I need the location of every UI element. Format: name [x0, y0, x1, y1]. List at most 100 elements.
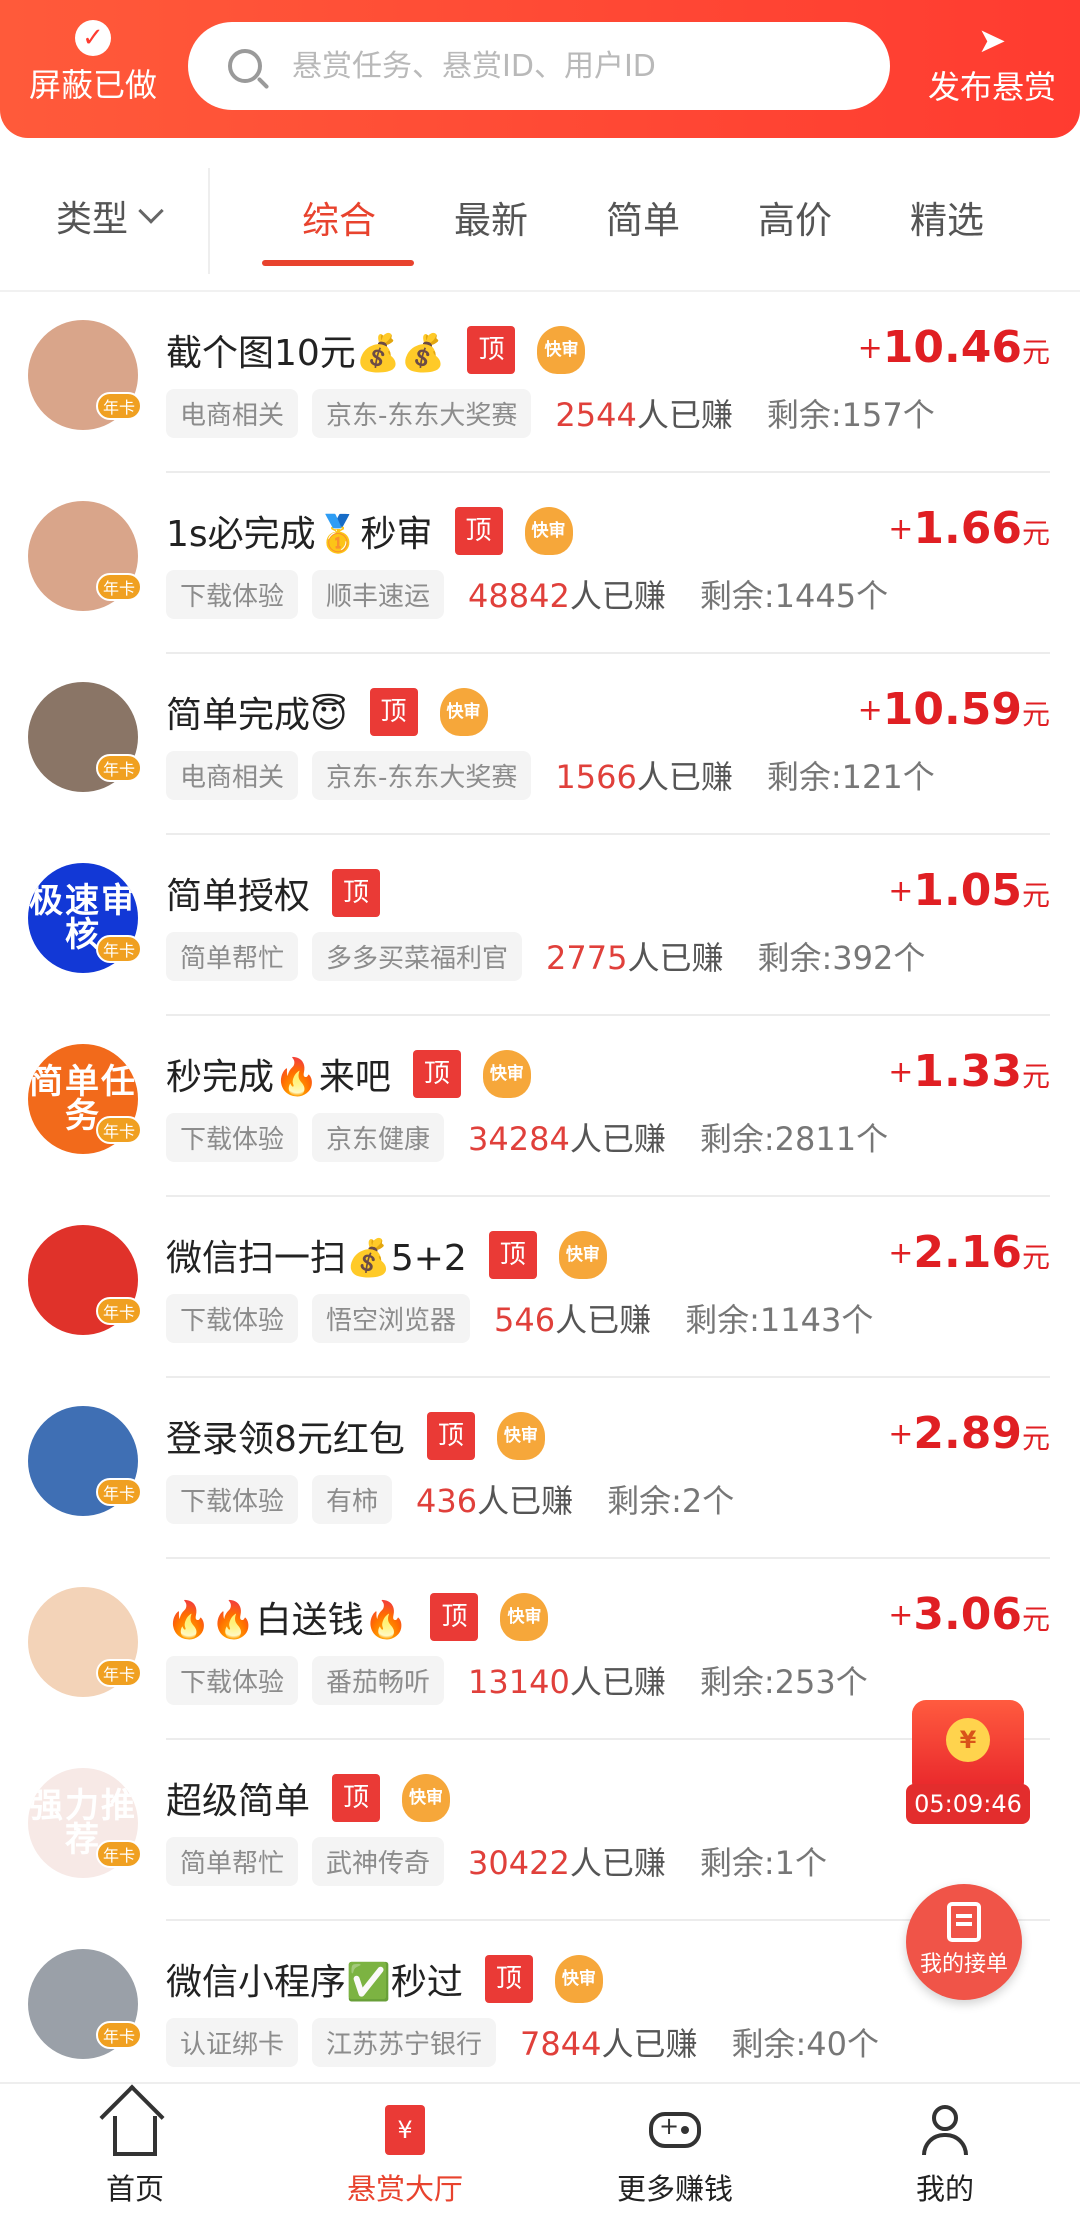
remaining-count: 剩余:40个 [731, 2025, 880, 2063]
task-tag: 有柿 [312, 1474, 393, 1524]
top-badge: 顶 [426, 1412, 475, 1460]
task-row[interactable]: 极速审核 年卡 简单授权顶 +1.05元 简单帮忙 多多买菜福利官 2775人已赚 剩余:39… [0, 835, 1080, 1016]
publish-reward-button[interactable]: ➤ 发布悬赏 [912, 22, 1072, 112]
fast-review-badge: 快审 [537, 326, 586, 374]
fast-review-badge: 快审 [558, 1231, 607, 1279]
remaining-count: 剩余:253个 [699, 1663, 868, 1701]
task-tag: 简单帮忙 [166, 1836, 299, 1886]
task-title-row: 🔥🔥白送钱🔥 顶快审 [166, 1589, 549, 1645]
type-filter-dropdown[interactable]: 类型 [56, 190, 164, 242]
nav-home-label: 首页 [105, 2172, 164, 2206]
fast-review-badge: 快审 [439, 688, 488, 736]
nav-reward-hall-label: 悬赏大厅 [346, 2172, 463, 2206]
remaining-count: 剩余:392个 [757, 939, 926, 977]
search-bar[interactable] [188, 22, 890, 110]
task-meta: 下载体验 顺丰速运 48842人已赚 剩余:1445个 [166, 569, 888, 619]
task-meta: 电商相关 京东-东东大奖赛 2544人已赚 剩余:157个 [166, 388, 935, 438]
nav-more-earn[interactable]: 更多赚钱 [575, 2102, 775, 2208]
nav-mine[interactable]: 我的 [845, 2102, 1045, 2208]
remaining-count: 剩余:121个 [766, 758, 935, 796]
tab-comprehensive[interactable]: 综合 [302, 190, 376, 244]
task-title-row: 微信小程序✅秒过顶快审 [166, 1951, 603, 2007]
search-input[interactable] [292, 48, 852, 84]
type-filter-label: 类型 [56, 199, 129, 240]
fast-review-badge: 快审 [482, 1050, 531, 1098]
remaining-count: 剩余:157个 [766, 396, 935, 434]
task-title-row: 秒完成🔥来吧顶快审 [166, 1046, 531, 1102]
coin-icon: ¥ [946, 1718, 990, 1762]
task-title: 截个图10元💰💰 [166, 333, 446, 374]
publish-reward-label: 发布悬赏 [927, 68, 1056, 106]
top-badge: 顶 [430, 1593, 479, 1641]
tab-simple[interactable]: 简单 [606, 190, 680, 244]
red-envelope-icon: ¥ [912, 1700, 1024, 1792]
hide-done-label: 屏蔽已做 [28, 66, 157, 104]
task-tag: 认证绑卡 [166, 2017, 299, 2067]
my-orders-button[interactable]: 我的接单 [906, 1884, 1022, 2000]
task-tag: 多多买菜福利官 [312, 931, 523, 981]
top-badge: 顶 [369, 688, 418, 736]
top-badge: 顶 [467, 326, 516, 374]
task-title: 登录领8元红包 [166, 1419, 405, 1460]
task-title-row: 微信扫一扫💰5+2 顶快审 [166, 1227, 607, 1283]
task-meta: 电商相关 京东-东东大奖赛 1566人已赚 剩余:121个 [166, 750, 935, 800]
filter-divider [208, 168, 210, 274]
nav-mine-label: 我的 [915, 2172, 974, 2206]
price-value: 2.89 [913, 1408, 1022, 1459]
task-row[interactable]: 简单任务 年卡 秒完成🔥来吧顶快审 +1.33元 下载体验 京东健康 34284人已赚 剩余:… [0, 1016, 1080, 1197]
annual-card-badge: 年卡 [96, 1659, 142, 1687]
top-badge: 顶 [454, 507, 503, 555]
annual-card-badge: 年卡 [96, 1297, 142, 1325]
price-value: 1.66 [913, 503, 1022, 554]
task-tag: 京东-东东大奖赛 [312, 388, 532, 438]
task-tag: 下载体验 [166, 1293, 299, 1343]
earned-count: 13140人已赚 [468, 1663, 666, 1701]
tab-latest[interactable]: 最新 [454, 190, 528, 244]
my-orders-label: 我的接单 [919, 1952, 1008, 1977]
earned-count: 1566人已赚 [555, 758, 733, 796]
earned-count: 436人已赚 [416, 1482, 574, 1520]
task-price: +10.46元 [857, 322, 1050, 373]
clipboard-icon [947, 1902, 981, 1942]
tab-featured[interactable]: 精选 [910, 190, 984, 244]
task-title: 微信小程序✅秒过 [166, 1962, 463, 2003]
hide-done-button[interactable]: ✓ 屏蔽已做 [18, 20, 168, 110]
countdown-timer: 05:09:46 [906, 1784, 1030, 1824]
fast-review-badge: 快审 [524, 507, 573, 555]
task-tag: 悟空浏览器 [312, 1293, 471, 1343]
annual-card-badge: 年卡 [96, 754, 142, 782]
task-row[interactable]: 年卡 微信扫一扫💰5+2 顶快审 +2.16元 下载体验 悟空浏览器 546人已赚 剩余:11… [0, 1197, 1080, 1378]
task-row[interactable]: 年卡 截个图10元💰💰 顶快审 +10.46元 电商相关 京东-东东大奖赛 2544人已赚剩… [0, 292, 1080, 473]
task-meta: 认证绑卡 江苏苏宁银行 7844人已赚 剩余:40个 [166, 2017, 880, 2067]
top-badge: 顶 [332, 869, 381, 917]
fast-review-badge: 快审 [402, 1774, 451, 1822]
price-value: 1.33 [913, 1046, 1022, 1097]
nav-reward-hall[interactable]: ¥ 悬赏大厅 [305, 2102, 505, 2208]
task-tag: 简单帮忙 [166, 931, 299, 981]
remaining-count: 剩余:1个 [699, 1844, 828, 1882]
earned-count: 48842人已赚 [468, 577, 666, 615]
nav-home[interactable]: 首页 [35, 2102, 235, 2208]
remaining-count: 剩余:2个 [607, 1482, 735, 1520]
task-title: 1s必完成🥇秒审 [166, 514, 433, 555]
task-row[interactable]: 年卡 登录领8元红包顶快审 +2.89元 下载体验 有柿 436人已赚 剩余:2个 [0, 1378, 1080, 1559]
user-icon [922, 2105, 968, 2155]
annual-card-badge: 年卡 [96, 1840, 142, 1868]
task-price: +1.33元 [888, 1046, 1050, 1097]
annual-card-badge: 年卡 [96, 1116, 142, 1144]
task-tag: 顺丰速运 [312, 569, 445, 619]
earned-count: 7844人已赚 [520, 2025, 698, 2063]
task-list: 年卡 截个图10元💰💰 顶快审 +10.46元 电商相关 京东-东东大奖赛 2544人已赚剩… [0, 292, 1080, 2102]
task-row[interactable]: 年卡 简单完成😇 顶快审 +10.59元 电商相关 京东-东东大奖赛 1566人已赚 剩余:1… [0, 654, 1080, 835]
task-row[interactable]: 年卡 1s必完成🥇秒审顶快审 +1.66元 下载体验 顺丰速运 48842人已赚 剩余:14… [0, 473, 1080, 654]
task-price: +1.05元 [888, 865, 1050, 916]
tab-high-price[interactable]: 高价 [758, 190, 832, 244]
earned-count: 2775人已赚 [546, 939, 724, 977]
task-title-row: 登录领8元红包顶快审 [166, 1408, 545, 1464]
price-value: 3.06 [913, 1589, 1022, 1640]
task-title: 简单完成😇 [166, 695, 348, 736]
task-tag: 京东-东东大奖赛 [312, 750, 532, 800]
task-title-row: 截个图10元💰💰 顶快审 [166, 322, 586, 378]
red-envelope-timer[interactable]: ¥ 05:09:46 [906, 1700, 1030, 1828]
annual-card-badge: 年卡 [96, 2021, 142, 2049]
